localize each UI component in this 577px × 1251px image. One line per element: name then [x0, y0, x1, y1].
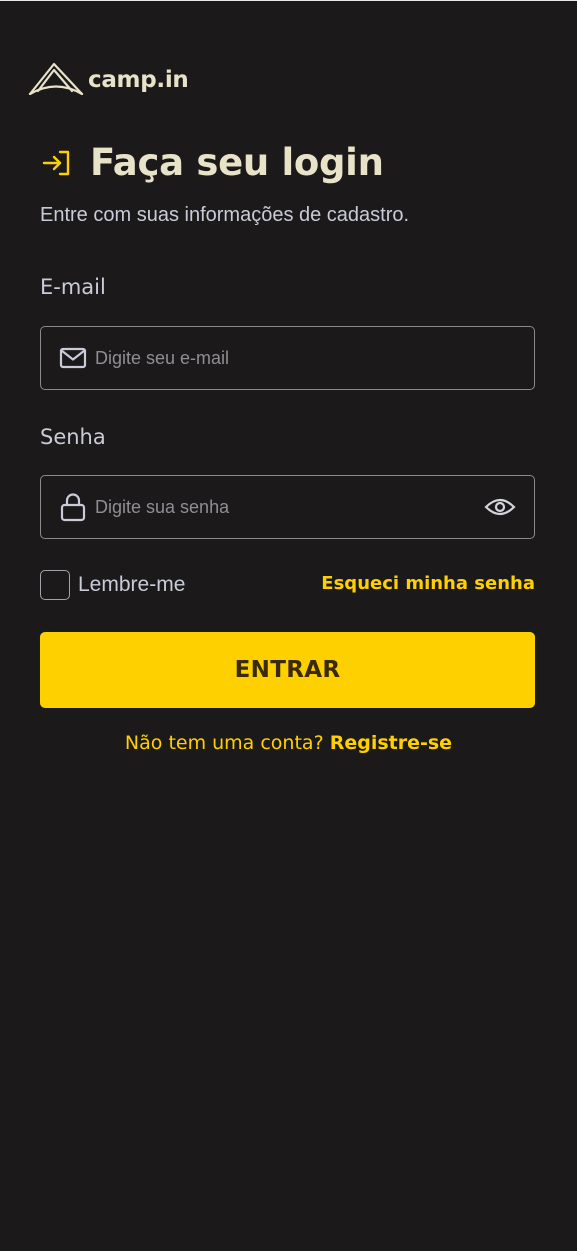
password-label: Senha [40, 425, 106, 449]
eye-icon[interactable] [484, 491, 516, 523]
email-input[interactable] [95, 347, 516, 369]
password-input[interactable] [95, 496, 484, 518]
remember-checkbox[interactable] [40, 570, 70, 600]
remember-label: Lembre-me [78, 573, 186, 596]
brand-name: camp.in [88, 67, 189, 93]
lock-icon [59, 493, 87, 522]
password-field[interactable] [40, 475, 535, 539]
brand-logo: camp.in [28, 61, 189, 95]
page-subtitle: Entre com suas informações de cadastro. [40, 204, 410, 226]
page-title: Faça seu login [90, 141, 384, 184]
page-header: Faça seu login [40, 141, 384, 184]
tent-icon [28, 62, 84, 95]
email-label: E-mail [40, 275, 106, 299]
forgot-password-link[interactable]: Esqueci minha senha [321, 573, 535, 594]
register-prompt: Não tem uma conta? Registre-se [0, 732, 577, 754]
mail-icon [59, 344, 87, 372]
login-button[interactable]: ENTRAR [40, 632, 535, 708]
register-link[interactable]: Registre-se [330, 732, 452, 754]
remember-me[interactable]: Lembre-me [40, 570, 185, 600]
login-arrow-icon [42, 150, 70, 175]
email-field[interactable] [40, 326, 535, 390]
register-prompt-text: Não tem uma conta? [124, 732, 330, 754]
